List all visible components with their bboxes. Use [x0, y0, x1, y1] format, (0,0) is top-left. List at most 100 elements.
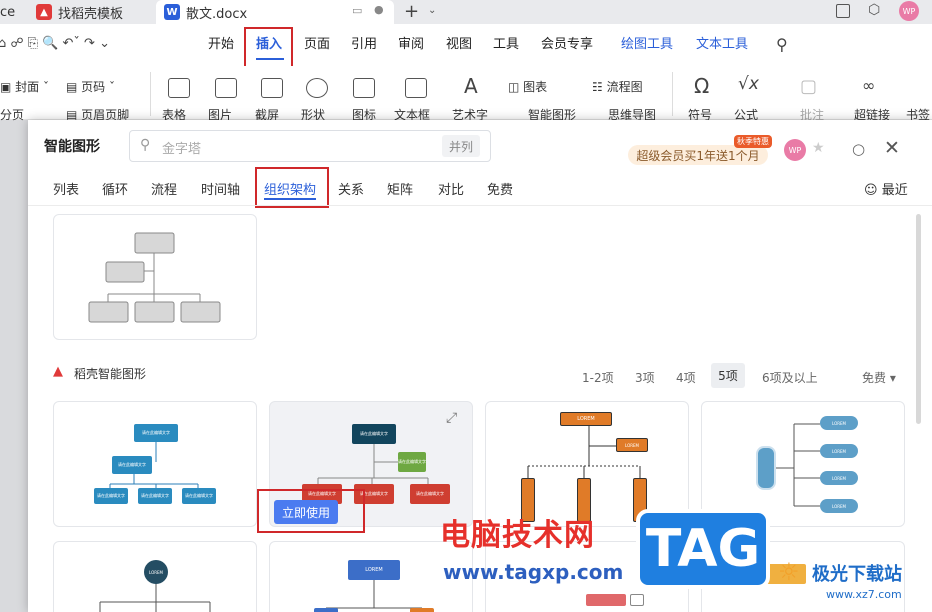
watermark-title: 电脑技术网: [440, 518, 595, 553]
link-icon[interactable]: ∞: [862, 76, 875, 95]
divider: [28, 205, 932, 206]
table-icon[interactable]: [168, 78, 190, 98]
aurora-logo-icon: ☼: [778, 558, 800, 586]
scrollbar[interactable]: [916, 214, 921, 424]
menu-start[interactable]: 开始: [208, 24, 234, 66]
menu-bar: ⌂ ☍ ⎘ 🔍 ↶ˇ ↷ ⌄ 开始 插入 页面 引用 审阅 视图 工具 会员专享…: [0, 24, 932, 70]
menu-review[interactable]: 审阅: [398, 24, 424, 66]
flowchart-icon: ☷: [592, 80, 607, 94]
textbox-icon[interactable]: [405, 78, 427, 98]
tab-item[interactable]: ▲ 找稻壳模板: [28, 0, 152, 24]
dot-icon[interactable]: ●: [374, 3, 384, 16]
divider: [150, 72, 151, 116]
filter-5-active[interactable]: 5项: [711, 363, 745, 388]
tab-item[interactable]: ce: [0, 0, 20, 24]
comment-icon[interactable]: ▢: [800, 76, 817, 97]
menu-text-tools[interactable]: 文本工具: [696, 24, 748, 66]
cover-button[interactable]: ▣ 封面 ˇ: [0, 78, 49, 95]
node: LOREM: [348, 560, 400, 580]
highlight-box-use-now: [257, 489, 365, 533]
menu-member[interactable]: 会员专享: [541, 24, 593, 66]
screenshot-icon[interactable]: [261, 78, 283, 98]
template-card[interactable]: 请在此编辑文字 请在此编辑文字 请在此编辑文字 请在此编辑文字 请在此编辑文字: [53, 401, 257, 527]
ribbon-toolbar: ▣ 封面 ˇ ▤ 页码 ˇ 分页 ▤ 页眉页脚 A ◫ 图表 ☷ 流程图 Ω √…: [0, 66, 932, 123]
chart-button[interactable]: ◫ 图表: [508, 78, 547, 95]
formula-icon[interactable]: √x: [738, 74, 759, 94]
chart-icon: ◫: [508, 80, 524, 94]
omega-icon[interactable]: Ω: [694, 74, 709, 98]
promo-banner[interactable]: 超级会员买1年送1个月: [628, 145, 768, 165]
watermark-right-url: www.xz7.com: [826, 588, 902, 601]
node: [630, 594, 644, 606]
cube-icon[interactable]: ⬡: [868, 2, 880, 18]
close-icon[interactable]: ✕: [884, 137, 900, 159]
window-layout-icon[interactable]: [836, 4, 850, 18]
highlight-box-org-chart: [255, 167, 329, 208]
category-process[interactable]: 流程: [151, 179, 177, 198]
chevron-down-icon: ▾: [889, 371, 896, 385]
image-icon[interactable]: [215, 78, 237, 98]
menu-tools[interactable]: 工具: [493, 24, 519, 66]
node: LOREM: [820, 444, 858, 458]
node: 请在此编辑文字: [134, 424, 178, 442]
shape-icon[interactable]: [306, 78, 328, 98]
node: 请在此编辑文字: [94, 488, 128, 504]
category-timeline[interactable]: 时间轴: [201, 179, 240, 198]
category-matrix[interactable]: 矩阵: [387, 179, 413, 198]
filter-1-2[interactable]: 1-2项: [582, 369, 614, 386]
category-compare[interactable]: 对比: [438, 179, 464, 198]
category-free[interactable]: 免费: [487, 179, 513, 198]
connector-lines: [109, 442, 199, 488]
promo-badge: 秋季特惠: [734, 135, 772, 148]
chat-icon[interactable]: ○: [852, 140, 865, 158]
category-cycle[interactable]: 循环: [102, 179, 128, 198]
node: LOREM: [820, 416, 858, 430]
search-box[interactable]: ⚲ 金字塔 并列: [129, 130, 491, 162]
search-tag[interactable]: 并列: [442, 135, 480, 157]
category-relation[interactable]: 关系: [338, 179, 364, 198]
recent-button[interactable]: ☺ 最近: [864, 179, 908, 198]
search-icon[interactable]: ⚲: [776, 35, 788, 54]
watermark-url: www.tagxp.com: [443, 560, 624, 584]
menu-page[interactable]: 页面: [304, 24, 330, 66]
node: LOREM: [820, 499, 858, 513]
page-break-button[interactable]: 分页: [0, 106, 24, 123]
free-dropdown[interactable]: 免费 ▾: [862, 369, 896, 386]
section-title: 稻壳智能图形: [74, 367, 147, 381]
divider: [672, 72, 673, 116]
menu-drawing-tools[interactable]: 绘图工具: [621, 24, 673, 66]
search-input[interactable]: 金字塔: [162, 138, 201, 157]
menu-view[interactable]: 视图: [446, 24, 472, 66]
basic-org-chart-card[interactable]: [53, 214, 257, 340]
docer-icon: ▲: [53, 364, 63, 379]
avatar[interactable]: WP: [899, 1, 919, 21]
filter-4[interactable]: 4项: [676, 369, 696, 386]
filter-6-plus[interactable]: 6项及以上: [762, 369, 818, 386]
chevron-down-icon[interactable]: ⌄: [428, 5, 436, 16]
tab-bar: ce ▲ 找稻壳模板 W 散文.docx ▭ ● + ⌄ ⬡ WP: [0, 0, 932, 24]
template-card[interactable]: LOREM: [53, 541, 257, 612]
icons-icon[interactable]: [353, 78, 375, 98]
quick-access-icons[interactable]: ⌂ ☍ ⎘ 🔍 ↶ˇ ↷ ⌄: [0, 36, 110, 51]
new-tab-icon[interactable]: +: [404, 1, 419, 22]
filter-3[interactable]: 3项: [635, 369, 655, 386]
monitor-icon[interactable]: ▭: [352, 4, 362, 17]
node: 请在此编辑文字: [398, 452, 426, 472]
expand-icon[interactable]: ⤢: [446, 410, 457, 426]
category-list[interactable]: 列表: [53, 179, 79, 198]
node: LOREM: [820, 471, 858, 485]
org-chart-preview: [88, 232, 221, 323]
node: [586, 594, 626, 606]
node: [756, 446, 776, 490]
user-icon: ☺: [864, 183, 882, 198]
node: 请在此编辑文字: [182, 488, 216, 504]
tab-item-active[interactable]: W 散文.docx ▭ ●: [156, 0, 394, 24]
vip-icon: ★: [812, 140, 825, 156]
avatar[interactable]: WP: [784, 139, 806, 161]
flowchart-button[interactable]: ☷ 流程图: [592, 78, 643, 95]
wordart-icon[interactable]: A: [464, 74, 478, 98]
page-number-button[interactable]: ▤ 页码 ˇ: [66, 78, 115, 95]
node: 请在此编辑文字: [112, 456, 152, 474]
node: 请在此编辑文字: [138, 488, 172, 504]
menu-reference[interactable]: 引用: [351, 24, 377, 66]
